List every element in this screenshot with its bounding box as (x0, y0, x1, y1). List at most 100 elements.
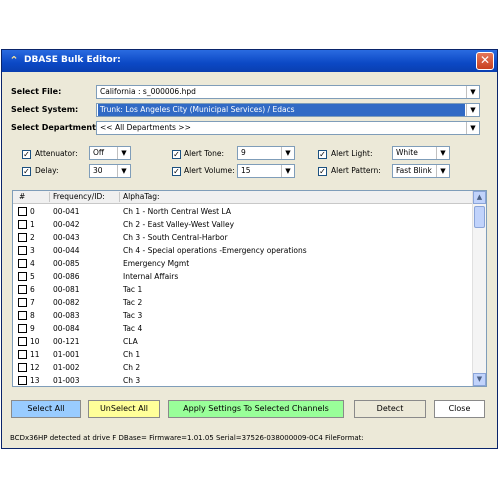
row-freq: 00-043 (53, 233, 80, 242)
select-file-dropdown[interactable]: California : s_000006.hpd ▼ (96, 85, 480, 99)
table-row[interactable]: 4 00-085 Emergency Mgmt (13, 257, 472, 270)
table-row[interactable]: 11 01-001 Ch 1 (13, 348, 472, 361)
vertical-scrollbar[interactable]: ▲ ▼ (472, 191, 486, 386)
attenuator-value: Off (93, 148, 105, 157)
row-num: 1 (30, 220, 35, 229)
row-checkbox[interactable] (18, 259, 27, 268)
row-freq: 01-003 (53, 376, 80, 385)
row-freq: 00-084 (53, 324, 80, 333)
row-num: 0 (30, 207, 35, 216)
close-button[interactable]: Close (434, 400, 485, 418)
status-bar: BCDx36HP detected at drive F DBase= Firm… (10, 434, 364, 442)
chevron-down-icon[interactable]: ▼ (436, 165, 449, 177)
alert-pattern-checkbox[interactable]: ✓ (318, 167, 327, 176)
row-tag: Internal Affairs (123, 272, 179, 281)
delay-dropdown[interactable]: 30 ▼ (89, 164, 131, 178)
row-checkbox[interactable] (18, 246, 27, 255)
table-row[interactable]: 6 00-081 Tac 1 (13, 283, 472, 296)
row-checkbox[interactable] (18, 272, 27, 281)
select-system-dropdown[interactable]: Trunk: Los Angeles City (Municipal Servi… (96, 103, 480, 117)
table-row[interactable]: 0 00-041 Ch 1 - North Central West LA (13, 205, 472, 218)
row-checkbox[interactable] (18, 233, 27, 242)
chevron-down-icon[interactable]: ▼ (281, 165, 294, 177)
select-department-value: << All Departments >> (100, 123, 191, 132)
select-all-button[interactable]: Select All (11, 400, 81, 418)
chevron-down-icon[interactable]: ▼ (117, 147, 130, 159)
row-checkbox[interactable] (18, 324, 27, 333)
table-row[interactable]: 12 01-002 Ch 2 (13, 361, 472, 374)
row-freq: 00-044 (53, 246, 80, 255)
row-num: 4 (30, 259, 35, 268)
row-checkbox[interactable] (18, 220, 27, 229)
row-freq: 00-082 (53, 298, 80, 307)
row-num: 3 (30, 246, 35, 255)
table-row[interactable]: 3 00-044 Ch 4 - Special operations -Emerge… (13, 244, 472, 257)
table-row[interactable]: 9 00-084 Tac 4 (13, 322, 472, 335)
row-checkbox[interactable] (18, 337, 27, 346)
chevron-down-icon[interactable]: ▼ (466, 86, 479, 98)
chevron-down-icon[interactable]: ▼ (466, 104, 479, 116)
alert-volume-value: 15 (241, 166, 251, 175)
table-row[interactable]: 10 00-121 CLA (13, 335, 472, 348)
row-freq: 00-085 (53, 259, 80, 268)
row-checkbox[interactable] (18, 298, 27, 307)
unselect-all-button[interactable]: UnSelect All (88, 400, 160, 418)
alert-volume-dropdown[interactable]: 15 ▼ (237, 164, 295, 178)
table-row[interactable]: 13 01-003 Ch 3 (13, 374, 472, 386)
row-checkbox[interactable] (18, 350, 27, 359)
row-num: 2 (30, 233, 35, 242)
alert-pattern-dropdown[interactable]: Fast Blink ▼ (392, 164, 450, 178)
list-header: # Frequency/ID: AlphaTag: (13, 191, 472, 204)
row-checkbox[interactable] (18, 207, 27, 216)
row-checkbox[interactable] (18, 311, 27, 320)
chevron-down-icon[interactable]: ▼ (466, 122, 479, 134)
scroll-down-icon[interactable]: ▼ (473, 373, 486, 386)
table-row[interactable]: 8 00-083 Tac 3 (13, 309, 472, 322)
chevron-down-icon[interactable]: ▼ (281, 147, 294, 159)
close-window-button[interactable]: ✕ (476, 52, 494, 70)
select-department-dropdown[interactable]: << All Departments >> ▼ (96, 121, 480, 135)
delay-value: 30 (93, 166, 103, 175)
table-row[interactable]: 7 00-082 Tac 2 (13, 296, 472, 309)
row-tag: Ch 4 - Special operations -Emergency ope… (123, 246, 307, 255)
header-num[interactable]: # (19, 191, 25, 203)
row-num: 8 (30, 311, 35, 320)
row-checkbox[interactable] (18, 376, 27, 385)
table-row[interactable]: 5 00-086 Internal Affairs (13, 270, 472, 283)
row-tag: Emergency Mgmt (123, 259, 190, 268)
apply-settings-button[interactable]: Apply Settings To Selected Channels (168, 400, 344, 418)
alert-light-dropdown[interactable]: White ▼ (392, 146, 450, 160)
title-bar[interactable]: ⌃ DBASE Bulk Editor: ✕ (2, 50, 497, 72)
row-tag: Ch 1 - North Central West LA (123, 207, 231, 216)
scroll-thumb[interactable] (474, 206, 485, 228)
select-system-value: Trunk: Los Angeles City (Municipal Servi… (98, 104, 465, 116)
select-system-label: Select System: (11, 105, 79, 114)
alert-light-checkbox[interactable]: ✓ (318, 150, 327, 159)
row-checkbox[interactable] (18, 285, 27, 294)
row-freq: 00-086 (53, 272, 80, 281)
scroll-up-icon[interactable]: ▲ (473, 191, 486, 204)
header-frequency[interactable]: Frequency/ID: (53, 191, 105, 203)
detect-button[interactable]: Detect (354, 400, 426, 418)
delay-checkbox[interactable]: ✓ (22, 167, 31, 176)
row-tag: Ch 2 - East Valley-West Valley (123, 220, 235, 229)
row-freq: 00-041 (53, 207, 80, 216)
alert-volume-checkbox[interactable]: ✓ (172, 167, 181, 176)
channel-list[interactable]: # Frequency/ID: AlphaTag: 0 00-041 Ch 1 - … (12, 190, 487, 387)
header-alphatag[interactable]: AlphaTag: (123, 191, 160, 203)
table-row[interactable]: 1 00-042 Ch 2 - East Valley-West Valley (13, 218, 472, 231)
row-tag: Ch 3 (123, 376, 141, 385)
alert-tone-dropdown[interactable]: 9 ▼ (237, 146, 295, 160)
row-tag: Ch 2 (123, 363, 141, 372)
row-tag: Ch 3 - South Central-Harbor (123, 233, 228, 242)
alert-volume-label: Alert Volume: (184, 166, 235, 175)
table-row[interactable]: 2 00-043 Ch 3 - South Central-Harbor (13, 231, 472, 244)
chevron-down-icon[interactable]: ▼ (117, 165, 130, 177)
attenuator-dropdown[interactable]: Off ▼ (89, 146, 131, 160)
alert-tone-checkbox[interactable]: ✓ (172, 150, 181, 159)
attenuator-checkbox[interactable]: ✓ (22, 150, 31, 159)
chevron-down-icon[interactable]: ▼ (436, 147, 449, 159)
row-checkbox[interactable] (18, 363, 27, 372)
row-tag: CLA (123, 337, 138, 346)
row-freq: 00-081 (53, 285, 80, 294)
